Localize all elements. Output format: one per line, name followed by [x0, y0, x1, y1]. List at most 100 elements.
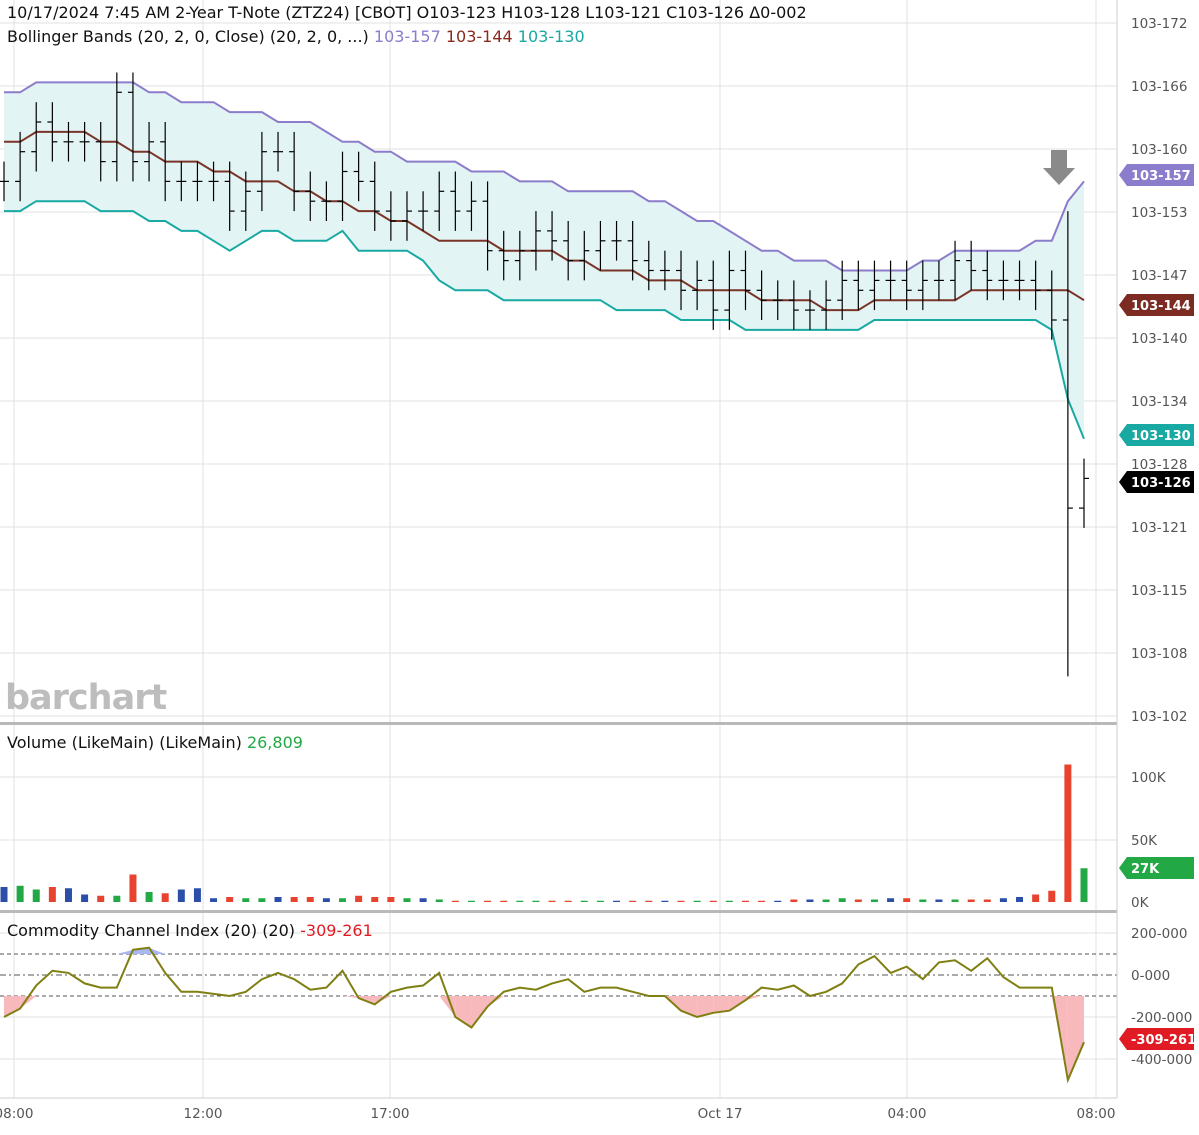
volume-bar	[1080, 868, 1088, 902]
volume-bar	[661, 900, 669, 902]
volume-bar	[258, 898, 266, 902]
volume-bar	[1048, 890, 1056, 902]
price-axis-label: 103-108	[1131, 646, 1187, 662]
time-axis: 08:00 12:00 17:00 Oct 17 04:00 08:00	[0, 1106, 1115, 1122]
price-axis-label: 103-140	[1131, 331, 1187, 347]
header-instrument: 2-Year T-Note (ZTZ24) [CBOT]	[175, 3, 412, 22]
volume-bar	[935, 899, 943, 902]
bollinger-lower-value: 103-130	[517, 27, 585, 46]
volume-axis: 100K 50K 0K	[1131, 770, 1167, 911]
header-datetime: 10/17/2024 7:45 AM	[7, 3, 171, 22]
volume-bar	[838, 898, 846, 902]
cci-axis-label: 0-000	[1131, 968, 1170, 984]
cci-line	[3, 946, 1085, 1084]
volume-bar	[967, 899, 975, 902]
value-tags: 103-157 103-144 103-130 103-126 27K -309-261	[1119, 164, 1196, 1050]
volume-bar	[226, 897, 234, 902]
tag-volume: 27K	[1119, 857, 1194, 879]
volume-bar	[32, 889, 40, 902]
volume-bar	[532, 900, 540, 902]
volume-bar	[887, 898, 895, 902]
tag-bollinger-upper: 103-157	[1119, 164, 1194, 186]
down-arrow-icon	[1043, 150, 1075, 185]
volume-bar	[290, 897, 298, 902]
cci-axis-label: -200-000	[1131, 1010, 1192, 1026]
volume-bar	[0, 887, 8, 902]
volume-legend: Volume (LikeMain) (LikeMain) 26,809	[7, 733, 303, 752]
tag-cci-text: -309-261	[1131, 1033, 1196, 1048]
volume-bar	[451, 900, 459, 902]
volume-bar	[322, 898, 330, 902]
header-change: Δ0-002	[749, 3, 807, 22]
volume-bar	[629, 900, 637, 902]
volume-bar	[951, 899, 959, 902]
price-axis-label: 103-128	[1131, 457, 1187, 473]
volume-bar	[193, 888, 201, 902]
volume-bar	[774, 900, 782, 902]
volume-bar	[854, 899, 862, 902]
cci-oversold-fill	[1067, 996, 1084, 1080]
tag-bollinger-middle: 103-144	[1119, 294, 1194, 316]
volume-bar	[693, 900, 701, 902]
volume-axis-label: 50K	[1131, 833, 1158, 849]
time-axis-label: 08:00	[1077, 1106, 1116, 1122]
tag-cci: -309-261	[1119, 1028, 1196, 1050]
volume-bar	[403, 898, 411, 902]
volume-bar	[822, 899, 830, 902]
barchart-logo: barchart	[5, 678, 167, 718]
volume-bar	[870, 899, 878, 902]
header-close: C103-126	[666, 3, 745, 22]
time-axis-label: 04:00	[888, 1106, 927, 1122]
header-open: O103-123	[416, 3, 497, 22]
panel-separator[interactable]	[0, 722, 1117, 725]
volume-bar	[903, 898, 911, 902]
volume-bar	[806, 899, 814, 902]
time-axis-label: Oct 17	[698, 1106, 743, 1122]
chart-canvas[interactable]: 103-172103-166103-160103-153103-147103-1…	[0, 0, 1199, 1131]
price-axis-label: 103-172	[1131, 16, 1187, 32]
volume-bar	[339, 898, 347, 902]
tag-bollinger-upper-text: 103-157	[1131, 169, 1191, 184]
volume-bar	[161, 893, 169, 902]
volume-bar	[177, 889, 185, 902]
bollinger-params: (20, 2, 0, ...)	[269, 27, 369, 46]
tag-bollinger-middle-text: 103-144	[1131, 299, 1191, 314]
price-axis-label: 103-134	[1131, 394, 1187, 410]
volume-bar	[242, 898, 250, 902]
cci-title: Commodity Channel Index (20) (20)	[7, 921, 296, 940]
volume-bar	[516, 900, 524, 902]
volume-bar	[613, 900, 621, 902]
volume-bar	[16, 885, 24, 902]
volume-axis-label: 100K	[1131, 770, 1167, 786]
volume-bar	[129, 874, 137, 902]
cci-legend: Commodity Channel Index (20) (20) -309-2…	[7, 921, 373, 940]
price-axis: 103-172 103-166 103-160 103-153 103-147 103-1…	[1131, 16, 1187, 725]
volume-bar	[484, 900, 492, 902]
price-axis-label: 103-160	[1131, 142, 1187, 158]
volume-bar	[725, 900, 733, 902]
tag-last-price: 103-126	[1119, 471, 1194, 493]
volume-bar	[1016, 897, 1024, 902]
header-low: L103-121	[585, 3, 661, 22]
volume-bar	[371, 897, 379, 902]
volume-bar	[790, 899, 798, 902]
tag-bollinger-lower-text: 103-130	[1131, 429, 1191, 444]
time-axis-label: 17:00	[371, 1106, 410, 1122]
volume-bar	[580, 900, 588, 902]
volume-bar	[758, 900, 766, 902]
volume-bar	[210, 898, 218, 902]
volume-bar	[467, 900, 475, 902]
time-axis-label: 12:00	[184, 1106, 223, 1122]
volume-bar	[741, 900, 749, 902]
volume-bar	[97, 895, 105, 902]
panel-separator[interactable]	[0, 910, 1117, 913]
tag-volume-text: 27K	[1131, 862, 1160, 877]
volume-title: Volume (LikeMain) (LikeMain)	[7, 733, 242, 752]
volume-bars	[0, 764, 1088, 902]
volume-bar	[81, 894, 89, 902]
volume-bar	[355, 895, 363, 902]
bollinger-legend: Bollinger Bands (20, 2, 0, Close) (20, 2…	[7, 27, 585, 46]
volume-bar	[64, 888, 72, 902]
tag-bollinger-lower: 103-130	[1119, 424, 1194, 446]
volume-bar	[999, 898, 1007, 902]
